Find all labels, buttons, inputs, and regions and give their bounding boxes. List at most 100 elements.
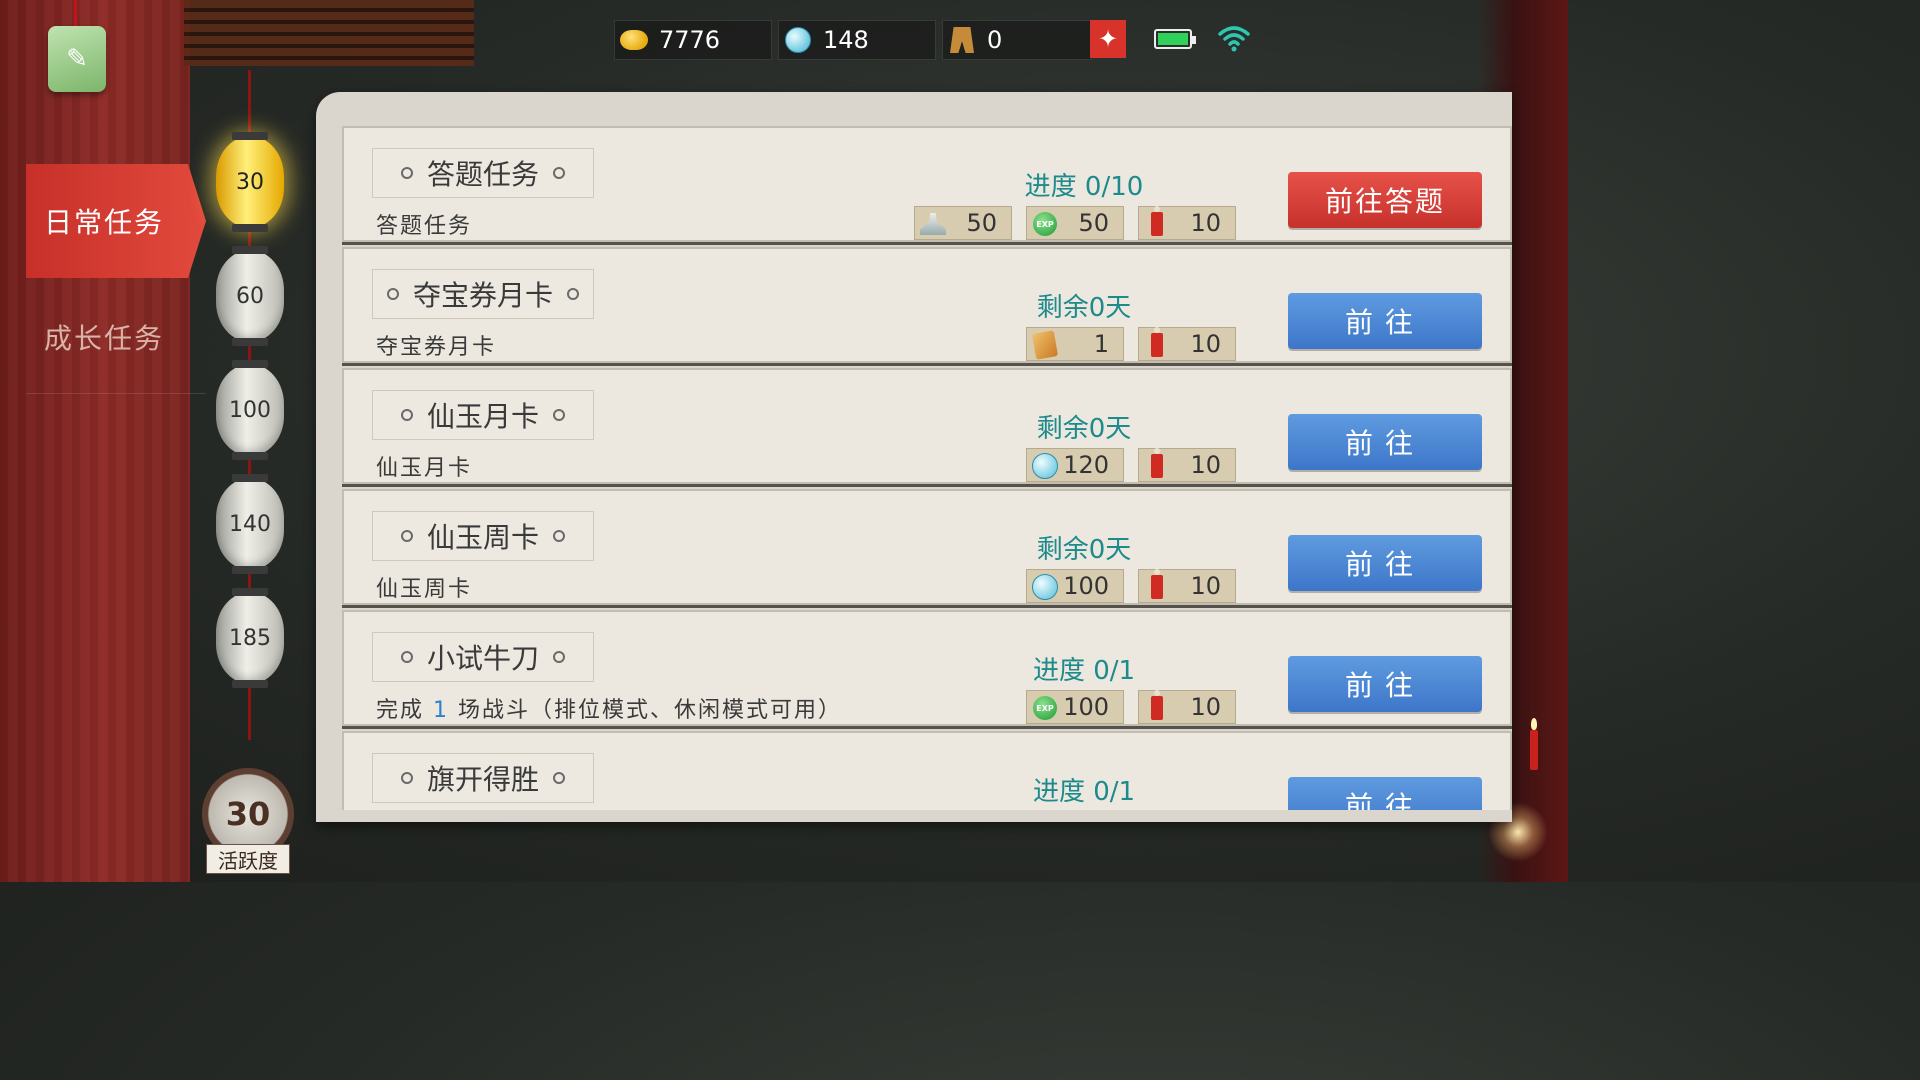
task-progress: 进度 0/1 — [1032, 777, 1136, 807]
activity-lantern[interactable]: 60 — [216, 246, 284, 346]
reward-candle: 10 — [1138, 206, 1236, 240]
reward-value: 100 — [1063, 572, 1109, 600]
task-row: 小试牛刀 完成 1 场战斗（排位模式、休闲模式可用） 进度 0/1 EXP 100… — [342, 610, 1512, 726]
ornament-icon — [553, 409, 565, 421]
activity-lantern[interactable]: 185 — [216, 588, 284, 688]
ornament-icon — [400, 651, 413, 663]
reward-value: 10 — [1190, 330, 1221, 358]
go-quiz-button[interactable]: 前往答题 — [1288, 172, 1482, 228]
token-icon — [919, 210, 947, 238]
reward-value: 120 — [1063, 451, 1109, 479]
exp-icon: EXP — [1031, 210, 1059, 238]
go-button[interactable]: 前往 — [1288, 414, 1482, 470]
go-button[interactable]: 前往 — [1288, 777, 1482, 810]
battery-fill — [1158, 33, 1188, 45]
task-title: 小试牛刀 — [426, 642, 539, 675]
reward-value: 10 — [1190, 572, 1221, 600]
ornament-icon — [553, 772, 565, 784]
window-blind — [184, 0, 474, 66]
task-status: 剩余0天 — [1036, 535, 1132, 565]
desc-suffix: 场战斗（排位模式、休闲模式可用） — [458, 698, 843, 723]
activity-label: 活跃度 — [206, 844, 290, 874]
reward-value: 100 — [1063, 693, 1109, 721]
ornament-icon — [400, 530, 413, 542]
tab-label: 成长任务 — [44, 321, 165, 355]
ornament-icon — [553, 167, 565, 179]
jade-counter: 148 — [778, 20, 936, 60]
reward-value: 10 — [1190, 209, 1221, 237]
exp-icon: EXP — [1031, 694, 1059, 722]
ornament-icon — [400, 409, 413, 421]
task-progress: 进度 0/10 — [1024, 172, 1144, 202]
lantern-value: 140 — [229, 511, 271, 537]
reward-value: 50 — [966, 209, 997, 237]
battery-icon — [1154, 29, 1196, 49]
sparkle-button[interactable]: ✦ — [1090, 20, 1126, 58]
task-status: 剩余0天 — [1036, 293, 1132, 323]
task-title-box: 小试牛刀 — [372, 632, 594, 682]
tower-counter: 0 — [942, 20, 1092, 60]
task-progress: 进度 0/1 — [1032, 656, 1136, 686]
task-row: 仙玉月卡 仙玉月卡 剩余0天 120 10 前往 — [342, 368, 1512, 484]
reward-ticket: 1 — [1026, 327, 1124, 361]
lantern-value: 100 — [229, 397, 271, 423]
left-curtain — [0, 0, 190, 882]
reward-jade: 100 — [1026, 569, 1124, 603]
task-row: 旗开得胜 进度 0/1 前往 — [342, 731, 1512, 810]
go-button[interactable]: 前往 — [1288, 535, 1482, 591]
task-description: 完成 1 场战斗（排位模式、休闲模式可用） — [376, 692, 842, 724]
reward-value: 10 — [1190, 693, 1221, 721]
task-title: 夺宝券月卡 — [412, 279, 553, 312]
jade-amount: 148 — [823, 26, 869, 54]
reward-candle: 10 — [1138, 569, 1236, 603]
ornament-icon — [567, 288, 579, 300]
tab-daily-tasks[interactable]: 日常任务 — [26, 164, 206, 278]
reward-value: 50 — [1078, 209, 1109, 237]
task-description: 夺宝券月卡 — [376, 335, 497, 360]
task-title-box: 夺宝券月卡 — [372, 269, 594, 319]
reward-jade: 120 — [1026, 448, 1124, 482]
reward-value: 1 — [1093, 330, 1109, 358]
tab-growth-tasks[interactable]: 成长任务 — [26, 280, 206, 394]
task-list[interactable]: 答题任务 答题任务 进度 0/10 50 EXP 50 10 前往答题 夺宝券月卡… — [342, 122, 1512, 810]
gate-icon — [947, 25, 977, 55]
candle-icon — [1143, 448, 1171, 480]
desc-count: 1 — [433, 698, 450, 723]
task-title: 仙玉周卡 — [426, 521, 539, 554]
activity-lantern[interactable]: 140 — [216, 474, 284, 574]
task-title-box: 仙玉周卡 — [372, 511, 594, 561]
reward-candle: 10 — [1138, 448, 1236, 482]
ornament-icon — [400, 167, 413, 179]
sparkle-icon: ✦ — [1097, 25, 1119, 53]
task-title-box: 仙玉月卡 — [372, 390, 594, 440]
task-row: 仙玉周卡 仙玉周卡 剩余0天 100 10 前往 — [342, 489, 1512, 605]
gold-counter: 7776 — [614, 20, 772, 60]
task-description: 仙玉月卡 — [376, 456, 473, 481]
task-title-box: 旗开得胜 — [372, 753, 594, 803]
candle-decoration — [1530, 718, 1538, 770]
tower-amount: 0 — [987, 26, 1003, 54]
brush-icon: ✎ — [66, 44, 88, 74]
reward-value: 10 — [1190, 451, 1221, 479]
task-title: 仙玉月卡 — [426, 400, 539, 433]
activity-score: 30 — [225, 795, 271, 833]
activity-lantern[interactable]: 100 — [216, 360, 284, 460]
go-button[interactable]: 前往 — [1288, 656, 1482, 712]
reward-candle: 10 — [1138, 690, 1236, 724]
tab-label: 日常任务 — [44, 206, 165, 239]
jade-icon — [1031, 573, 1059, 601]
lantern-value: 60 — [236, 283, 264, 309]
task-description: 答题任务 — [376, 214, 473, 239]
back-jade-tag-button[interactable]: ✎ — [48, 0, 106, 92]
ornament-icon — [386, 288, 399, 300]
task-row: 夺宝券月卡 夺宝券月卡 剩余0天 1 10 前往 — [342, 247, 1512, 363]
ornament-icon — [553, 530, 565, 542]
reward-exp: EXP 100 — [1026, 690, 1124, 724]
jade-icon — [783, 25, 813, 55]
candle-icon — [1143, 206, 1171, 238]
reward-exp: EXP 50 — [1026, 206, 1124, 240]
activity-lantern[interactable]: 30 — [216, 132, 284, 232]
gold-amount: 7776 — [659, 26, 721, 54]
go-button[interactable]: 前往 — [1288, 293, 1482, 349]
lantern-value: 30 — [236, 169, 264, 195]
